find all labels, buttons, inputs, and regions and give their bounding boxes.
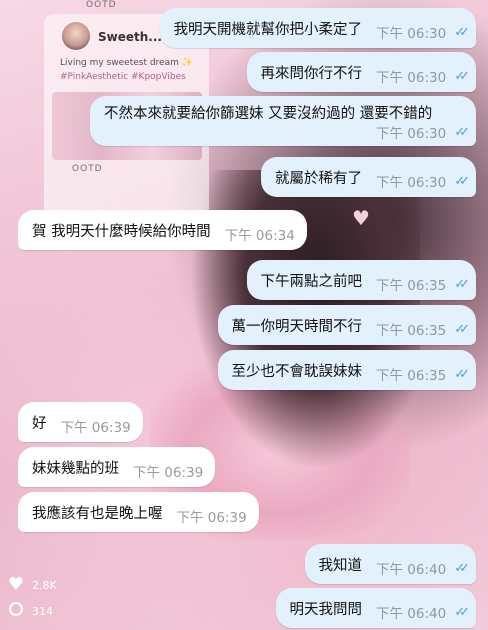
heart-pendant-icon: ♥ [352, 206, 370, 230]
message-meta: 下午 06:30 ✓✓ [376, 171, 470, 192]
message-text: 再來問你行不行 [260, 65, 363, 82]
message-meta: 下午 06:30 ✓✓ [376, 22, 470, 43]
message-text: 我知道 [318, 557, 363, 574]
read-receipt-icon: ✓✓ [454, 276, 470, 292]
message-bubble-outgoing[interactable]: 明天我問問 下午 06:40 ✓✓ [275, 588, 476, 628]
message-text: 好 [32, 415, 47, 432]
message-time: 下午 06:34 [224, 228, 295, 244]
message-time: 下午 06:39 [133, 465, 204, 481]
background-username: Sweeth... [98, 30, 162, 44]
message-meta: 下午 06:40 ✓✓ [376, 558, 470, 579]
message-time: 下午 06:40 [376, 562, 447, 578]
read-receipt-icon: ✓✓ [454, 24, 470, 40]
read-receipt-icon: ✓✓ [454, 173, 470, 189]
message-time: 下午 06:30 [376, 126, 447, 142]
message-time: 下午 06:35 [376, 278, 447, 294]
message-bubble-outgoing[interactable]: 萬一你明天時間不行 下午 06:35 ✓✓ [217, 305, 476, 345]
message-text: 賀 我明天什麼時候給你時間 [32, 223, 211, 240]
message-text: 不然本來就要給你篩選妹 又要沒約過的 還要不錯的 [104, 106, 433, 122]
heart-icon: ♥ [7, 574, 25, 595]
likes-count: 2.8K [32, 578, 57, 592]
read-receipt-icon: ✓✓ [454, 366, 470, 382]
comments-count: 314 [32, 604, 53, 618]
message-text: 至少也不會耽誤妹妹 [231, 363, 363, 380]
read-receipt-icon: ✓✓ [454, 321, 470, 337]
message-text: 明天我問問 [289, 601, 363, 618]
message-meta: 下午 06:35 ✓✓ [376, 364, 470, 385]
message-time: 下午 06:39 [176, 510, 247, 526]
message-time: 下午 06:40 [376, 606, 447, 622]
message-text: 妹妹幾點的班 [32, 460, 119, 477]
read-receipt-icon: ✓✓ [454, 124, 470, 140]
message-bubble-incoming[interactable]: 妹妹幾點的班 下午 06:39 [18, 447, 216, 487]
message-time: 下午 06:30 [376, 175, 447, 191]
message-time: 下午 06:35 [376, 323, 447, 339]
message-bubble-incoming[interactable]: 賀 我明天什麼時候給你時間 下午 06:34 [18, 210, 307, 250]
message-meta: 下午 06:39 [177, 506, 247, 526]
message-text: 萬一你明天時間不行 [231, 318, 363, 335]
message-time: 下午 06:35 [376, 368, 447, 384]
message-meta: 下午 06:34 [225, 224, 295, 244]
message-meta: 下午 06:39 [133, 461, 203, 481]
message-meta: 下午 06:30 ✓✓ [376, 122, 470, 143]
message-time: 下午 06:30 [376, 26, 447, 42]
message-bubble-outgoing[interactable]: 下午兩點之前吧 下午 06:35 ✓✓ [246, 260, 476, 300]
comments-stat[interactable]: 314 [6, 602, 53, 620]
message-meta: 下午 06:39 [61, 416, 131, 436]
message-text: 下午兩點之前吧 [260, 273, 363, 290]
message-text: 我明天開機就幫你把小柔定了 [173, 21, 363, 38]
message-meta: 下午 06:35 ✓✓ [376, 274, 470, 295]
read-receipt-icon: ✓✓ [454, 560, 470, 576]
message-meta: 下午 06:35 ✓✓ [376, 319, 470, 340]
background-ootd-label: OOTD [86, 0, 117, 10]
message-bubble-outgoing[interactable]: 至少也不會耽誤妹妹 下午 06:35 ✓✓ [217, 350, 476, 390]
message-meta: 下午 06:40 ✓✓ [376, 602, 470, 623]
message-text: 就屬於稀有了 [275, 170, 362, 187]
message-meta: 下午 06:30 ✓✓ [376, 66, 470, 87]
message-time: 下午 06:39 [60, 420, 131, 436]
message-bubble-incoming[interactable]: 好 下午 06:39 [18, 402, 143, 442]
background-bio: Living my sweetest dream ✨ [60, 58, 193, 68]
likes-stat[interactable]: ♥ 2.8K [6, 576, 57, 594]
background-hashtags: #PinkAesthetic #KpopVibes [60, 72, 186, 82]
message-bubble-outgoing[interactable]: 再來問你行不行 下午 06:30 ✓✓ [246, 52, 476, 92]
message-text: 我應該有也是晚上喔 [32, 505, 163, 522]
message-bubble-outgoing[interactable]: 我明天開機就幫你把小柔定了 下午 06:30 ✓✓ [159, 8, 476, 48]
background-avatar [62, 22, 90, 50]
message-bubble-outgoing[interactable]: 就屬於稀有了 下午 06:30 ✓✓ [261, 157, 476, 197]
message-bubble-incoming[interactable]: 我應該有也是晚上喔 下午 06:39 [18, 492, 259, 532]
message-time: 下午 06:30 [376, 70, 447, 86]
message-bubble-outgoing[interactable]: 不然本來就要給你篩選妹 又要沒約過的 還要不錯的 下午 06:30 ✓✓ [90, 96, 476, 146]
read-receipt-icon: ✓✓ [454, 68, 470, 84]
comment-icon [6, 602, 26, 620]
read-receipt-icon: ✓✓ [454, 604, 470, 620]
background-ootd-label-2: OOTD [72, 164, 103, 174]
message-bubble-outgoing[interactable]: 我知道 下午 06:40 ✓✓ [304, 544, 476, 584]
